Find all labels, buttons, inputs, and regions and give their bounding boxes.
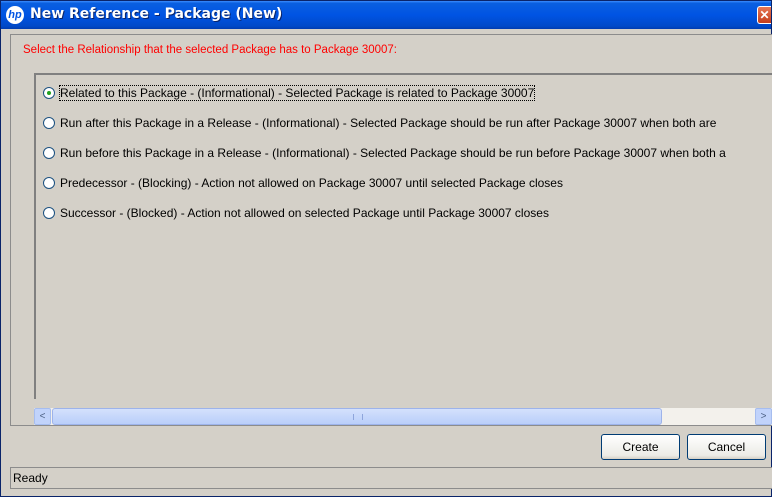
close-button[interactable]: ✕ <box>757 6 771 24</box>
scroll-right-arrow-icon[interactable]: > <box>755 408 772 425</box>
option-related[interactable]: Related to this Package - (Informational… <box>43 83 536 103</box>
create-button[interactable]: Create <box>601 434 680 460</box>
option-run-before[interactable]: Run before this Package in a Release - (… <box>43 143 726 163</box>
option-run-before-label[interactable]: Run before this Package in a Release - (… <box>60 146 726 160</box>
status-bar: Ready <box>10 467 772 489</box>
title-bar[interactable]: hp New Reference - Package (New) ✕ <box>1 1 771 29</box>
option-predecessor-label[interactable]: Predecessor - (Blocking) - Action not al… <box>60 176 563 190</box>
relationship-prompt: Select the Relationship that the selecte… <box>23 44 398 56</box>
radio-run-after[interactable] <box>43 117 55 129</box>
option-successor[interactable]: Successor - (Blocked) - Action not allow… <box>43 203 549 223</box>
option-run-after-label[interactable]: Run after this Package in a Release - (I… <box>60 116 716 130</box>
scroll-left-arrow-icon[interactable]: < <box>34 408 51 425</box>
dialog-window: hp New Reference - Package (New) ✕ Selec… <box>0 0 772 497</box>
hp-logo-icon: hp <box>6 6 24 24</box>
radio-successor[interactable] <box>43 207 55 219</box>
option-successor-label[interactable]: Successor - (Blocked) - Action not allow… <box>60 206 549 220</box>
relationship-options-list: Related to this Package - (Informational… <box>34 73 772 399</box>
radio-run-before[interactable] <box>43 147 55 159</box>
scrollbar-grip-icon <box>353 414 363 420</box>
cancel-button[interactable]: Cancel <box>687 434 766 460</box>
option-related-label[interactable]: Related to this Package - (Informational… <box>58 85 536 101</box>
horizontal-scrollbar[interactable]: < > <box>34 408 772 425</box>
window-title: New Reference - Package (New) <box>30 6 283 22</box>
scrollbar-thumb[interactable] <box>52 408 662 425</box>
radio-related[interactable] <box>43 87 55 99</box>
option-run-after[interactable]: Run after this Package in a Release - (I… <box>43 113 716 133</box>
option-predecessor[interactable]: Predecessor - (Blocking) - Action not al… <box>43 173 563 193</box>
radio-predecessor[interactable] <box>43 177 55 189</box>
